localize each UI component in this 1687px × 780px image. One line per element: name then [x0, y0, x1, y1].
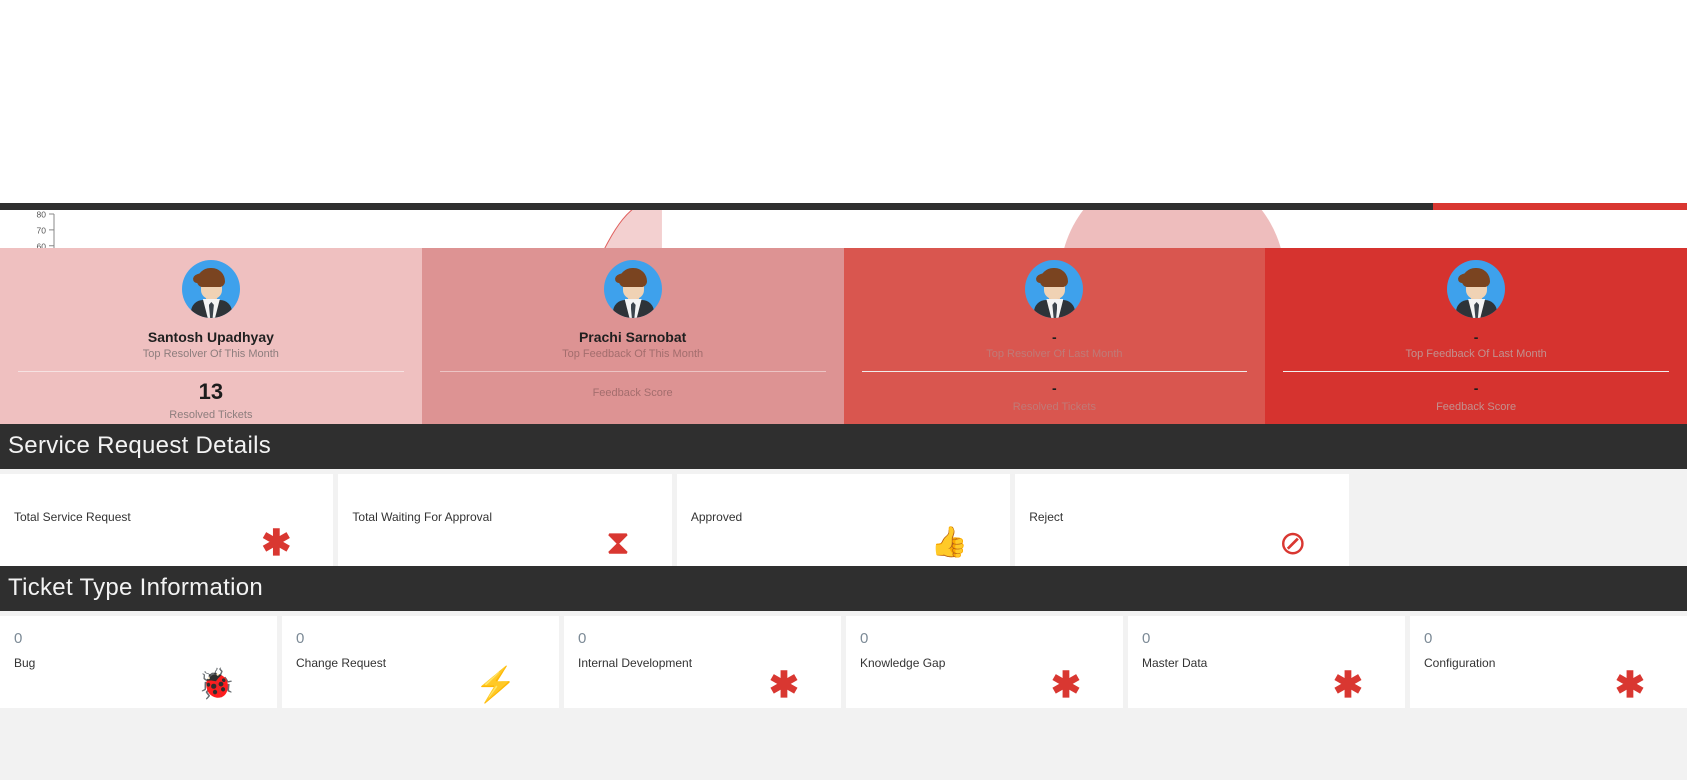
tile-label: Change Request [296, 656, 387, 670]
section-title-ticket-type: Ticket Type Information [0, 566, 1687, 611]
svg-text:80: 80 [37, 210, 47, 220]
performer-name: - [1052, 329, 1057, 345]
performer-value: 13 [198, 379, 224, 404]
performer-role: Top Resolver Of Last Month [986, 348, 1123, 360]
bolt-icon: ⚡ [474, 666, 517, 704]
avatar [181, 260, 240, 318]
thumbs-up-icon: 👍 [930, 526, 969, 559]
service-request-tile[interactable]: Total Waiting For Approval ⧗ [338, 474, 672, 566]
divider [439, 371, 826, 372]
asterisk-icon: ✱ [1332, 664, 1363, 705]
tile-label: Reject [1029, 510, 1064, 524]
service-request-tile[interactable]: Reject ⊘ [1015, 474, 1349, 566]
ticket-type-tile[interactable]: 0 Master Data ✱ [1128, 616, 1405, 708]
no-entry-icon: ⊘ [1278, 524, 1307, 561]
service-request-tile[interactable]: Approved 👍 [676, 474, 1011, 566]
avatar [1025, 260, 1084, 318]
tile-count: 0 [860, 630, 869, 647]
performer-role: Top Feedback Of Last Month [1405, 348, 1547, 360]
tile-label: Total Waiting For Approval [352, 510, 493, 524]
asterisk-icon: ✱ [1050, 664, 1081, 705]
tile-label: Knowledge Gap [860, 656, 946, 670]
performer-name: Santosh Upadhyay [147, 329, 274, 345]
ticket-type-tile[interactable]: 0 Knowledge Gap ✱ [846, 616, 1123, 708]
tile-count: 0 [14, 630, 23, 647]
top-strip-accent [1433, 203, 1687, 210]
ticket-type-tile[interactable]: 0 Configuration ✱ [1410, 616, 1687, 708]
tile-count: 0 [1424, 630, 1433, 647]
performer-card[interactable]: Prachi Sarnobat Top Feedback Of This Mont… [421, 248, 844, 424]
section-title-service-request: Service Request Details [0, 424, 1687, 469]
performer-value: - [1052, 380, 1057, 396]
avatar [1447, 260, 1506, 318]
tile-label: Approved [690, 510, 743, 524]
divider [18, 371, 404, 372]
performer-name: Prachi Sarnobat [578, 329, 687, 345]
tile-label: Total Service Request [14, 510, 131, 524]
top-strip [0, 203, 1687, 210]
ticket-type-tile[interactable]: 0 Internal Development ✱ [564, 616, 841, 708]
performer-role: Top Resolver Of This Month [142, 348, 279, 360]
tile-label: Bug [14, 656, 36, 670]
divider [1283, 371, 1669, 372]
dashboard-page: 01020304050607080Oct 2022Nov 2022Dec 202… [0, 203, 1687, 780]
performer-name: - [1473, 329, 1479, 345]
performer-value-label: Feedback Score [1436, 401, 1517, 413]
avatar [603, 260, 662, 318]
asterisk-icon: ✱ [1614, 664, 1645, 705]
hourglass-icon: ⧗ [605, 524, 630, 562]
asterisk-icon: ✱ [261, 522, 292, 563]
performer-value-label: Feedback Score [592, 387, 673, 399]
top-strip-dark [0, 203, 1433, 210]
top-performers-list: Santosh Upadhyay Top Resolver Of This Mon… [0, 248, 1687, 424]
tile-count: 0 [578, 630, 587, 647]
divider [861, 371, 1248, 372]
svg-text:70: 70 [37, 225, 47, 235]
tile-label: Master Data [1142, 656, 1208, 670]
performer-card[interactable]: - Top Feedback Of Last Month - Feedback Sco… [1265, 248, 1687, 424]
performer-role: Top Feedback Of This Month [562, 348, 704, 360]
performer-card[interactable]: - Top Resolver Of Last Month - Resolved Tic… [843, 248, 1266, 424]
performer-value: - [1473, 380, 1479, 396]
tile-label: Configuration [1424, 656, 1496, 670]
service-request-tiles: Total Service Request ✱ Total Waiting For … [0, 469, 1687, 566]
bug-icon: 🐞 [197, 668, 235, 701]
ticket-type-tile[interactable]: 0 Change Request ⚡ [282, 616, 559, 708]
performer-card[interactable]: Santosh Upadhyay Top Resolver Of This Mon… [0, 248, 422, 424]
ticket-type-tile[interactable]: 0 Bug 🐞 [0, 616, 277, 708]
performer-value-label: Resolved Tickets [1012, 401, 1096, 413]
service-request-tile [1353, 474, 1687, 566]
asterisk-icon: ✱ [768, 664, 799, 705]
service-request-tile[interactable]: Total Service Request ✱ [0, 474, 334, 566]
tile-label: Internal Development [578, 656, 693, 670]
performer-value-label: Resolved Tickets [169, 409, 253, 421]
tile-count: 0 [296, 630, 305, 647]
ticket-type-tiles: 0 Bug 🐞 0 Change Request ⚡ 0 Internal Developme… [0, 611, 1687, 712]
tile-count: 0 [1142, 630, 1151, 647]
